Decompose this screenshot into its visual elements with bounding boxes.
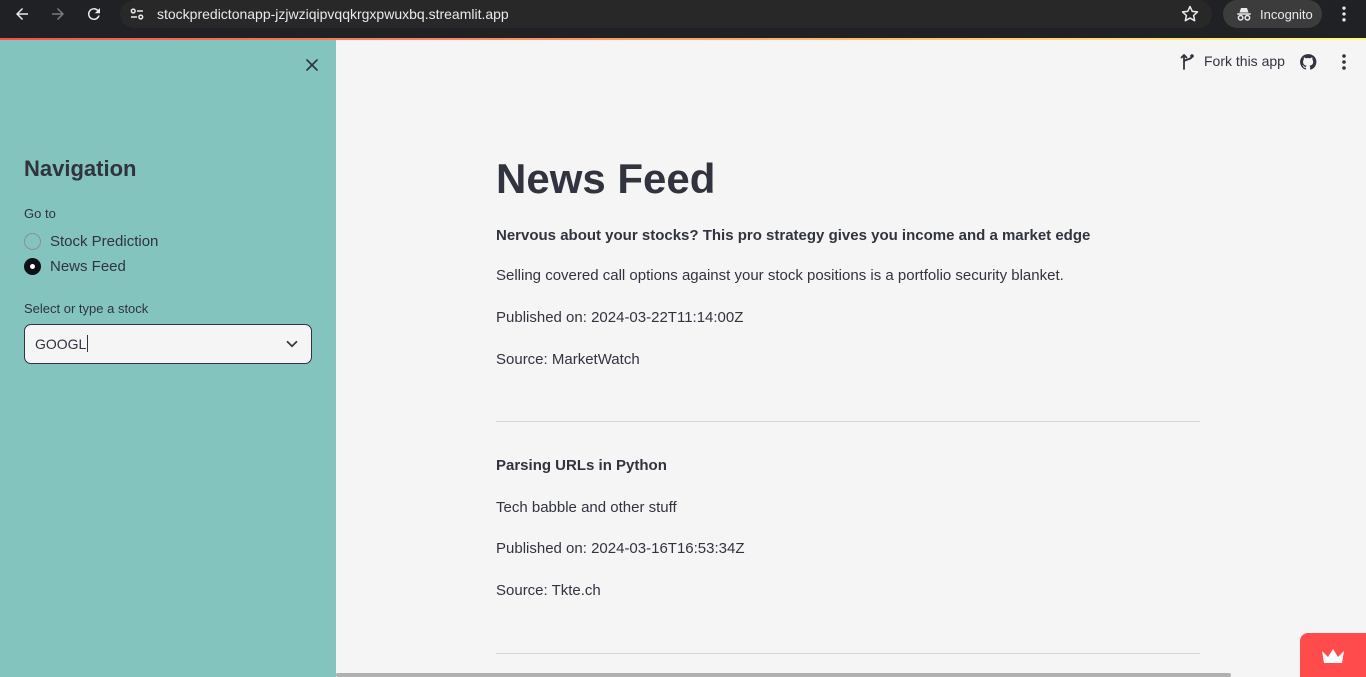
page-title: News Feed [496,155,716,202]
article-published: Published on: 2024-03-16T16:53:34Z [496,540,745,557]
radio-button-checked[interactable] [24,258,41,275]
stock-select-input[interactable]: GOOGL [35,335,89,353]
stock-select-label: Select or type a stock [24,301,149,316]
article-title: Nervous about your stocks? This pro stra… [496,227,1091,244]
fork-icon [1180,54,1194,70]
radio-stock-prediction[interactable]: Stock Prediction [24,233,158,250]
crown-icon [1322,649,1344,663]
article-description: Tech babble and other stuff [496,499,677,516]
browser-toolbar: stockpredictonapp-jzjwziqipvqqkrgxpwuxbq… [0,0,1366,38]
incognito-chip[interactable]: Incognito [1223,0,1322,28]
stock-select-value: GOOGL [35,336,87,352]
incognito-icon [1237,8,1251,21]
radio-label: News Feed [50,258,126,275]
forward-arrow-icon[interactable] [46,2,70,26]
sidebar-heading: Navigation [24,156,137,181]
radio-group-label: Go to [24,206,56,221]
sidebar: Navigation Go to Stock Prediction News F… [0,40,336,677]
github-icon[interactable] [1299,53,1317,71]
main-menu-icon[interactable] [1336,53,1352,71]
back-arrow-icon[interactable] [10,2,34,26]
horizontal-scrollbar[interactable] [336,673,1231,677]
reload-icon[interactable] [82,2,106,26]
radio-label: Stock Prediction [50,233,159,250]
bookmark-star-icon[interactable] [1180,4,1200,24]
close-sidebar-icon[interactable] [302,55,322,75]
chevron-down-icon[interactable] [283,335,301,353]
address-bar[interactable]: stockpredictonapp-jzjwziqipvqqkrgxpwuxbq… [120,0,1212,28]
radio-button-unchecked[interactable] [24,233,41,250]
article-source: Source: MarketWatch [496,351,640,368]
article-title: Parsing URLs in Python [496,457,667,474]
url-text[interactable]: stockpredictonapp-jzjwziqipvqqkrgxpwuxbq… [157,6,509,22]
incognito-label: Incognito [1260,7,1313,22]
stock-select[interactable]: GOOGL [24,324,312,364]
article-source: Source: Tkte.ch [496,582,601,599]
article-divider [496,421,1200,422]
text-cursor [87,335,89,353]
radio-news-feed[interactable]: News Feed [24,258,126,275]
fork-app-label: Fork this app [1204,53,1285,69]
browser-menu-icon[interactable] [1334,4,1354,24]
streamlit-badge[interactable] [1300,633,1366,677]
site-info-icon[interactable] [128,5,146,23]
article-description: Selling covered call options against you… [496,267,1064,284]
article-published: Published on: 2024-03-22T11:14:00Z [496,309,744,326]
article-divider [496,653,1200,654]
fork-app-button[interactable]: Fork this app [1180,52,1285,70]
